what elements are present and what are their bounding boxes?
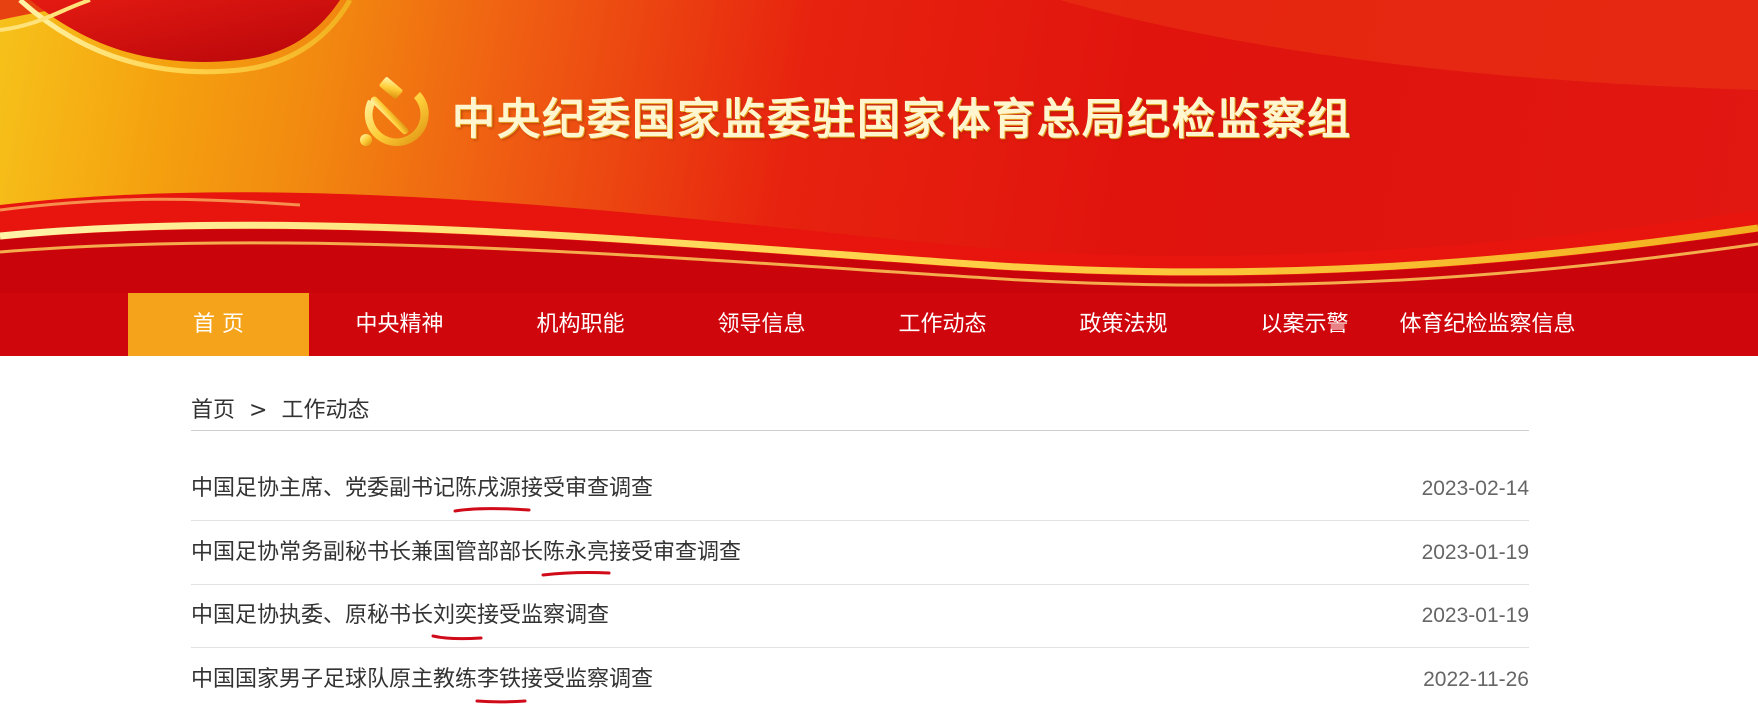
underlined-name: 陈戌源: [453, 457, 531, 521]
article-row[interactable]: 中国足协常务副秘书长兼国管部部长陈永亮 接受审查调查 2023-01-19: [191, 521, 1529, 585]
nav-item-organization[interactable]: 机构职能: [490, 293, 671, 356]
nav-item-home[interactable]: 首 页: [128, 293, 309, 356]
main-nav: 首 页 中央精神 机构职能 领导信息 工作动态 政策法规 以案示警 体育纪检监察…: [0, 293, 1758, 356]
breadcrumb-home-link[interactable]: 首页: [191, 398, 235, 423]
article-title-link[interactable]: 中国足协主席、党委副书记陈戌源 接受审查调查: [191, 457, 653, 521]
article-title-prefix: 中国足协主席、党委副书记: [191, 476, 456, 501]
article-date: 2023-02-14: [1421, 477, 1529, 500]
article-title-prefix: 中国国家男子足球队原主教练: [191, 667, 478, 692]
breadcrumb-divider: [191, 430, 1529, 431]
article-row[interactable]: 中国足协执委、原秘书长刘奕 接受监察调查 2023-01-19: [191, 584, 1529, 648]
article-title-suffix: 接受监察调查: [521, 667, 654, 692]
article-title-suffix: 接受审查调查: [609, 540, 742, 565]
underlined-name: 李铁: [475, 648, 527, 712]
article-title-prefix: 中国足协常务副秘书长兼国管部部长: [191, 540, 544, 565]
article-date: 2022-11-26: [1423, 668, 1529, 691]
article-title-link[interactable]: 中国足协常务副秘书长兼国管部部长陈永亮 接受审查调查: [191, 521, 741, 585]
hammer-sickle-icon: [360, 77, 429, 147]
article-row[interactable]: 中国国家男子足球队原主教练李铁 接受监察调查 2022-11-26: [191, 648, 1529, 712]
article-title-link[interactable]: 中国足协执委、原秘书长刘奕 接受监察调查: [191, 584, 609, 648]
breadcrumb-separator: >: [249, 398, 268, 423]
article-date: 2023-01-19: [1421, 541, 1529, 564]
person-name: 李铁: [477, 667, 522, 692]
person-name: 陈永亮: [543, 540, 610, 565]
nav-item-central-spirit[interactable]: 中央精神: [309, 293, 490, 356]
breadcrumb: 首页 > 工作动态: [191, 396, 369, 426]
nav-item-case-warnings[interactable]: 以案示警: [1214, 293, 1395, 356]
article-title-suffix: 接受审查调查: [521, 476, 654, 501]
underlined-name: 陈永亮: [541, 521, 611, 585]
nav-item-policies[interactable]: 政策法规: [1033, 293, 1214, 356]
underlined-name: 刘奕: [431, 584, 483, 648]
red-underline-mark: [541, 571, 611, 577]
nav-item-leaders[interactable]: 领导信息: [671, 293, 852, 356]
article-title-prefix: 中国足协执委、原秘书长: [191, 603, 434, 628]
article-date: 2023-01-19: [1421, 604, 1529, 627]
article-row[interactable]: 中国足协主席、党委副书记陈戌源 接受审查调查 2023-02-14: [191, 457, 1529, 521]
article-title-suffix: 接受监察调查: [477, 603, 610, 628]
breadcrumb-current: 工作动态: [281, 398, 370, 423]
red-underline-mark: [475, 699, 527, 704]
nav-item-work-news[interactable]: 工作动态: [852, 293, 1033, 356]
site-title: 中央纪委国家监委驻国家体育总局纪检监察组: [452, 95, 1352, 145]
person-name: 陈戌源: [455, 476, 522, 501]
header-banner: 中央纪委国家监委驻国家体育总局纪检监察组: [0, 0, 1758, 293]
nav-item-sports-discipline[interactable]: 体育纪检监察信息: [1395, 293, 1580, 356]
article-title-link[interactable]: 中国国家男子足球队原主教练李铁 接受监察调查: [191, 648, 653, 712]
red-underline-mark: [453, 507, 531, 513]
red-underline-mark: [431, 634, 483, 641]
person-name: 刘奕: [433, 603, 478, 628]
